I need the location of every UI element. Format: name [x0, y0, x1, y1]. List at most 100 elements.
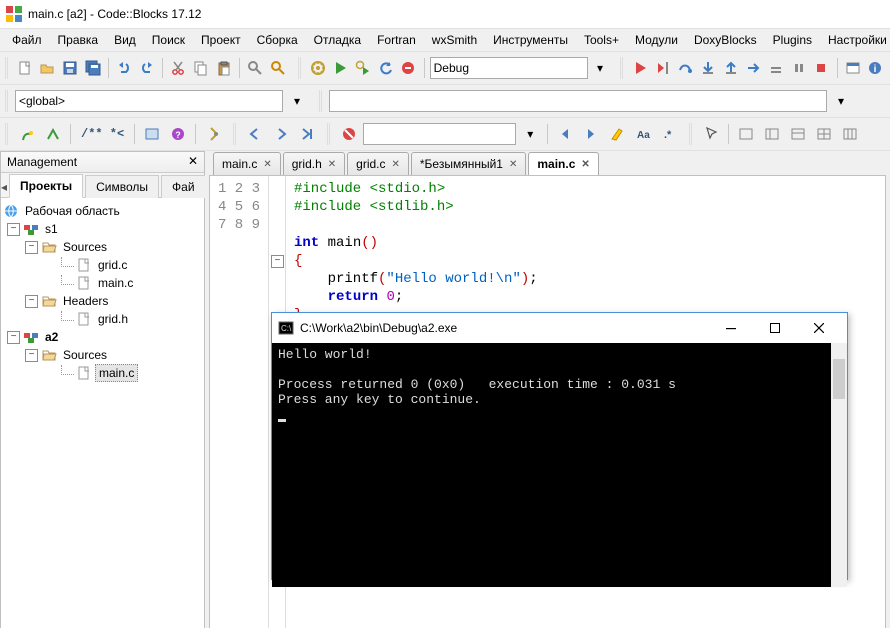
- menu-проект[interactable]: Проект: [193, 30, 249, 50]
- layout4-icon[interactable]: [812, 122, 836, 146]
- last-jump-button[interactable]: [295, 122, 319, 146]
- tab-symbols[interactable]: Символы: [85, 175, 159, 198]
- redo-button[interactable]: [136, 56, 157, 80]
- rebuild-button[interactable]: [375, 56, 396, 80]
- editor-tab[interactable]: main.c✕: [528, 152, 598, 175]
- new-file-button[interactable]: [14, 56, 35, 80]
- tree-folder[interactable]: −Headers: [3, 292, 202, 310]
- doxy-extract-icon[interactable]: [41, 122, 65, 146]
- maximize-button[interactable]: [753, 314, 797, 342]
- console-titlebar[interactable]: C:\ C:\Work\a2\bin\Debug\a2.exe: [272, 313, 847, 343]
- toolbar-handle[interactable]: [5, 90, 10, 112]
- close-icon[interactable]: ✕: [186, 154, 200, 168]
- matchcase-icon[interactable]: Aa: [631, 122, 655, 146]
- jump-fwd-button[interactable]: [269, 122, 293, 146]
- toolbar-handle[interactable]: [319, 90, 324, 112]
- copy-button[interactable]: [191, 56, 212, 80]
- symbol-combo[interactable]: [329, 90, 827, 112]
- save-all-button[interactable]: [82, 56, 103, 80]
- doxy-html-icon[interactable]: [140, 122, 164, 146]
- editor-tab[interactable]: grid.h✕: [283, 152, 345, 175]
- editor-tab[interactable]: main.c✕: [213, 152, 281, 175]
- doxy-chm-icon[interactable]: ?: [166, 122, 190, 146]
- tab-projects[interactable]: Проекты: [9, 174, 83, 198]
- project-tree[interactable]: Рабочая область−s1−Sourcesgrid.cmain.c−H…: [1, 198, 204, 628]
- minimize-button[interactable]: [709, 314, 753, 342]
- debug-start-button[interactable]: [630, 56, 651, 80]
- chevron-down-icon[interactable]: ▾: [590, 56, 611, 80]
- menu-инструменты[interactable]: Инструменты: [485, 30, 576, 50]
- stop-debug-button[interactable]: [811, 56, 832, 80]
- chevron-down-icon[interactable]: ▾: [518, 122, 542, 146]
- save-button[interactable]: [60, 56, 81, 80]
- block-comment-button[interactable]: /** *<: [76, 122, 129, 146]
- abort-button[interactable]: [398, 56, 419, 80]
- pointer-icon[interactable]: [699, 122, 723, 146]
- menu-файл[interactable]: Файл: [4, 30, 50, 50]
- scrollbar-thumb[interactable]: [833, 359, 845, 399]
- layout1-icon[interactable]: [734, 122, 758, 146]
- close-icon[interactable]: ✕: [392, 159, 400, 170]
- search-combo[interactable]: [363, 123, 516, 145]
- tree-project[interactable]: −a2: [3, 328, 202, 346]
- menu-настройки[interactable]: Настройки: [820, 30, 890, 50]
- tree-file[interactable]: grid.c: [3, 256, 202, 274]
- undo-button[interactable]: [114, 56, 135, 80]
- menu-doxyblocks[interactable]: DoxyBlocks: [686, 30, 765, 50]
- menu-модули[interactable]: Модули: [627, 30, 686, 50]
- chevron-down-icon[interactable]: ▾: [285, 89, 309, 113]
- close-icon[interactable]: ✕: [263, 159, 271, 170]
- build-run-button[interactable]: [353, 56, 374, 80]
- menu-fortran[interactable]: Fortran: [369, 30, 424, 50]
- toolbar-handle[interactable]: [233, 123, 238, 145]
- tree-folder[interactable]: −Sources: [3, 346, 202, 364]
- layout2-icon[interactable]: [760, 122, 784, 146]
- menu-поиск[interactable]: Поиск: [144, 30, 193, 50]
- toolbar-handle[interactable]: [298, 57, 302, 79]
- tree-file[interactable]: main.c: [3, 364, 202, 382]
- toolbar-handle[interactable]: [5, 57, 9, 79]
- build-button[interactable]: [307, 56, 328, 80]
- tree-file[interactable]: grid.h: [3, 310, 202, 328]
- console-window[interactable]: C:\ C:\Work\a2\bin\Debug\a2.exe Hello wo…: [271, 312, 848, 580]
- close-icon[interactable]: ✕: [328, 159, 336, 170]
- menu-правка[interactable]: Правка: [50, 30, 107, 50]
- chevron-down-icon[interactable]: ▾: [829, 89, 853, 113]
- toolbar-handle[interactable]: [327, 123, 332, 145]
- close-button[interactable]: [797, 314, 841, 342]
- find-button[interactable]: [245, 56, 266, 80]
- menu-tools+[interactable]: Tools+: [576, 30, 627, 50]
- break-button[interactable]: [788, 56, 809, 80]
- tab-prev-icon[interactable]: ◂: [1, 177, 7, 197]
- menu-вид[interactable]: Вид: [106, 30, 144, 50]
- layout3-icon[interactable]: [786, 122, 810, 146]
- tree-file[interactable]: main.c: [3, 274, 202, 292]
- replace-button[interactable]: [268, 56, 289, 80]
- step-out-button[interactable]: [720, 56, 741, 80]
- close-icon[interactable]: ✕: [581, 159, 589, 170]
- prev-button[interactable]: [553, 122, 577, 146]
- regex-icon[interactable]: .*: [657, 122, 681, 146]
- menu-plugins[interactable]: Plugins: [765, 30, 820, 50]
- paste-button[interactable]: [213, 56, 234, 80]
- doxy-wizard-icon[interactable]: [15, 122, 39, 146]
- menu-wxsmith[interactable]: wxSmith: [424, 30, 485, 50]
- layout5-icon[interactable]: [838, 122, 862, 146]
- run-to-cursor-button[interactable]: [652, 56, 673, 80]
- highlight-icon[interactable]: [605, 122, 629, 146]
- run-button[interactable]: [330, 56, 351, 80]
- editor-tab[interactable]: *Безымянный1✕: [411, 152, 526, 175]
- next-button[interactable]: [579, 122, 603, 146]
- close-icon[interactable]: ✕: [509, 159, 517, 170]
- info-button[interactable]: i: [865, 56, 886, 80]
- tree-workspace[interactable]: Рабочая область: [3, 202, 202, 220]
- console-output[interactable]: Hello world! Process returned 0 (0x0) ex…: [272, 343, 847, 587]
- scope-combo[interactable]: [15, 90, 283, 112]
- step-into-instr-button[interactable]: [766, 56, 787, 80]
- step-into-button[interactable]: [698, 56, 719, 80]
- step-instruction-button[interactable]: [743, 56, 764, 80]
- jump-back-button[interactable]: [243, 122, 267, 146]
- scrollbar[interactable]: [831, 343, 847, 587]
- menu-сборка[interactable]: Сборка: [249, 30, 306, 50]
- debug-windows-button[interactable]: [842, 56, 863, 80]
